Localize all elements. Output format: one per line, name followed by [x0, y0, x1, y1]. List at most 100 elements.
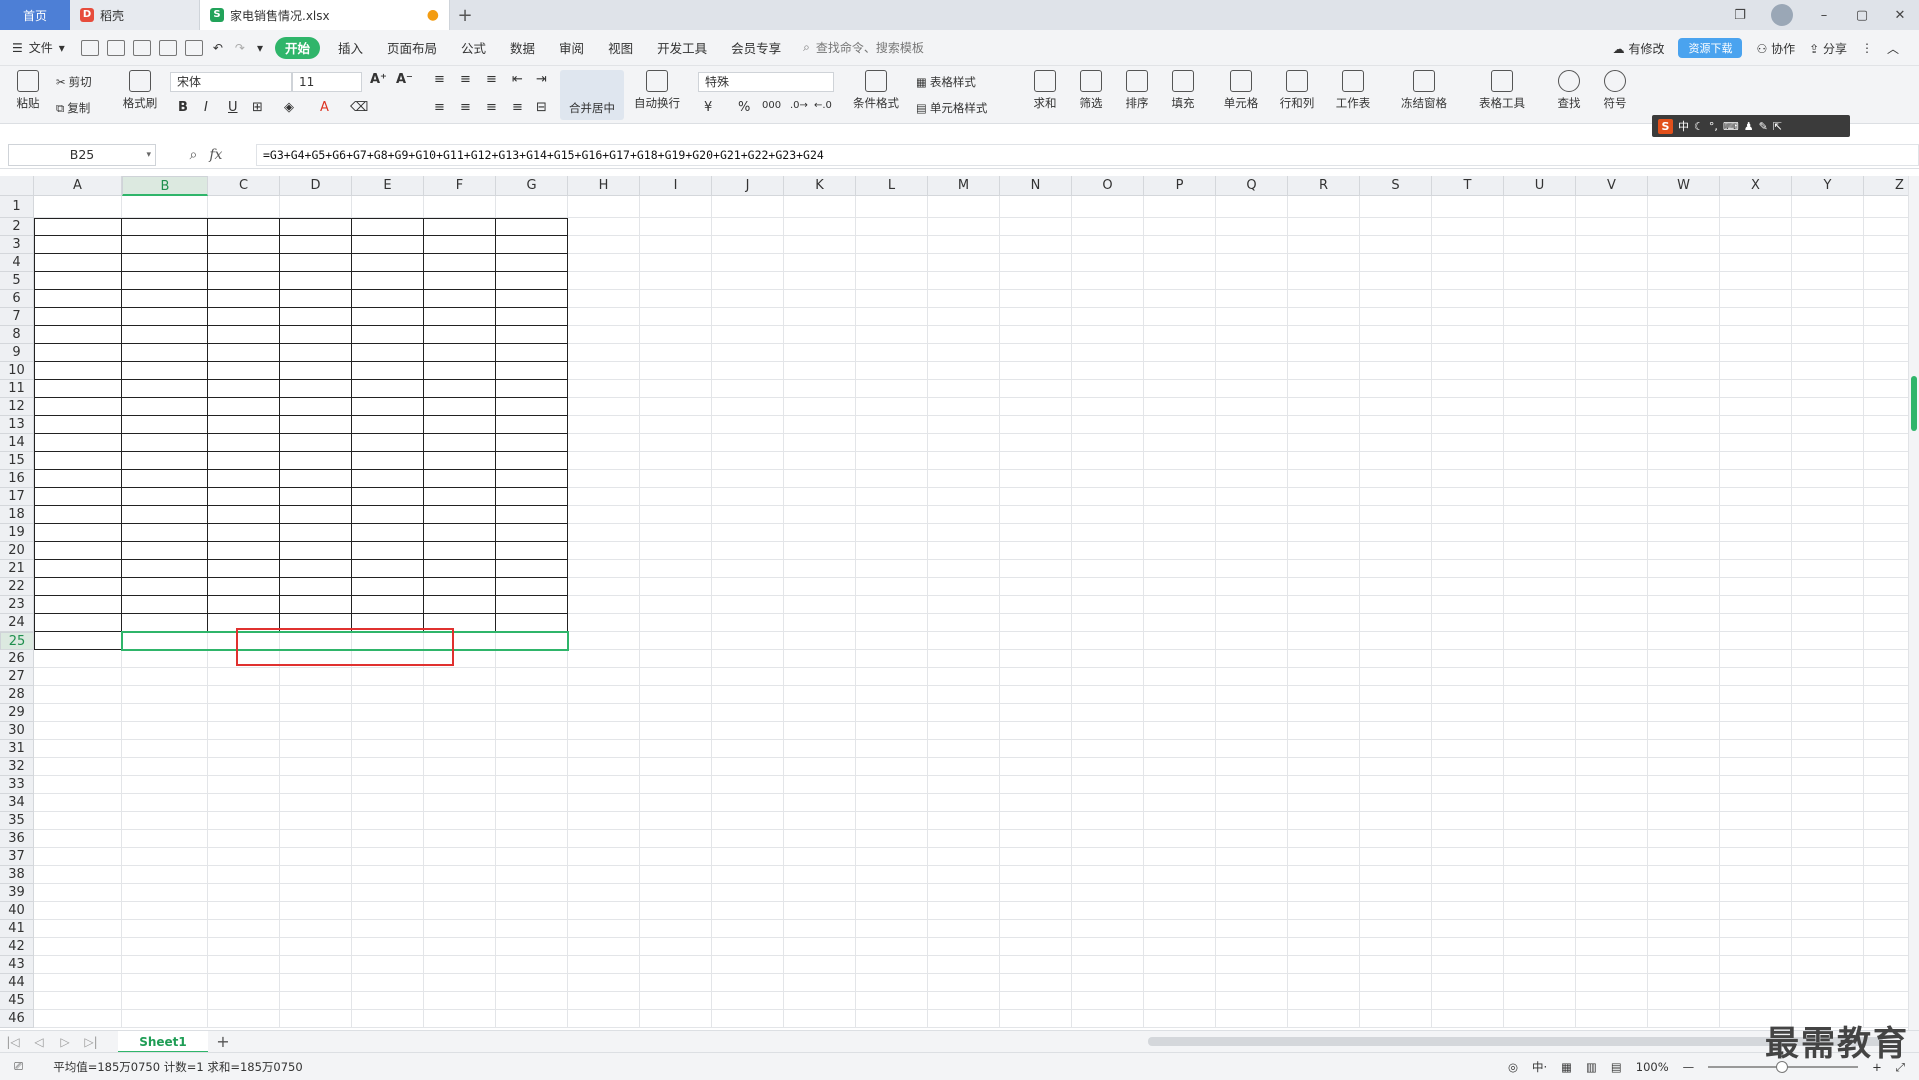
table-cell[interactable]	[280, 236, 352, 254]
table-cell[interactable]	[352, 380, 424, 398]
table-cell[interactable]	[208, 308, 280, 326]
row-header-2[interactable]: 2	[0, 218, 34, 236]
row-header-21[interactable]: 21	[0, 560, 34, 578]
column-header-d[interactable]: D	[280, 176, 352, 196]
normal-view-icon[interactable]: ▦	[1561, 1060, 1572, 1074]
table-cell[interactable]	[424, 236, 496, 254]
table-cell[interactable]	[280, 380, 352, 398]
row-header-1[interactable]: 1	[0, 196, 34, 218]
add-sheet-button[interactable]: +	[208, 1032, 238, 1051]
sum-button[interactable]: 求和	[1022, 70, 1068, 111]
table-cell[interactable]	[424, 506, 496, 524]
table-cell[interactable]	[34, 308, 122, 326]
table-cell[interactable]	[280, 488, 352, 506]
font-color-icon[interactable]: A	[320, 100, 329, 115]
header-cell[interactable]	[208, 218, 280, 236]
table-cell[interactable]	[352, 560, 424, 578]
row-header-19[interactable]: 19	[0, 524, 34, 542]
row-header-32[interactable]: 32	[0, 758, 34, 776]
file-menu[interactable]: ☰ 文件 ▾	[0, 39, 77, 56]
border-icon[interactable]: ⊞	[252, 100, 263, 115]
row-header-40[interactable]: 40	[0, 902, 34, 920]
decrease-font-icon[interactable]: A⁻	[396, 72, 413, 87]
table-cell[interactable]	[280, 326, 352, 344]
table-cell[interactable]	[352, 488, 424, 506]
table-cell[interactable]	[122, 542, 208, 560]
column-header-s[interactable]: S	[1360, 176, 1432, 196]
table-cell[interactable]	[352, 236, 424, 254]
row-header-41[interactable]: 41	[0, 920, 34, 938]
table-style-button[interactable]: ▦ 表格样式	[916, 74, 976, 90]
underline-icon[interactable]: U	[228, 100, 238, 115]
column-header-h[interactable]: H	[568, 176, 640, 196]
menu-formulas[interactable]: 公式	[449, 30, 498, 66]
column-header-n[interactable]: N	[1000, 176, 1072, 196]
column-header-x[interactable]: X	[1720, 176, 1792, 196]
sheet-tab-sheet1[interactable]: Sheet1	[118, 1030, 208, 1053]
table-cell[interactable]	[352, 578, 424, 596]
row-header-37[interactable]: 37	[0, 848, 34, 866]
table-cell[interactable]	[208, 344, 280, 362]
cell-style-button[interactable]: ▤ 单元格样式	[916, 100, 987, 116]
table-cell[interactable]	[208, 416, 280, 434]
page-break-view-icon[interactable]: ▤	[1611, 1060, 1622, 1074]
table-cell[interactable]	[280, 470, 352, 488]
table-cell[interactable]	[424, 578, 496, 596]
row-header-18[interactable]: 18	[0, 506, 34, 524]
table-cell[interactable]	[496, 362, 568, 380]
row-header-22[interactable]: 22	[0, 578, 34, 596]
align-top-icon[interactable]: ≡	[434, 72, 445, 87]
tab-docer[interactable]: D 稻壳	[70, 0, 200, 30]
row-header-16[interactable]: 16	[0, 470, 34, 488]
table-cell[interactable]	[122, 560, 208, 578]
row-header-6[interactable]: 6	[0, 290, 34, 308]
table-cell[interactable]	[424, 452, 496, 470]
input-mode-icon[interactable]: 中·	[1532, 1059, 1547, 1075]
table-cell[interactable]	[280, 254, 352, 272]
table-cell[interactable]	[208, 578, 280, 596]
justify-icon[interactable]: ≡	[512, 100, 523, 115]
table-cell[interactable]	[122, 290, 208, 308]
header-cell[interactable]	[122, 218, 208, 236]
font-size-select[interactable]: 11	[292, 72, 362, 92]
thousands-icon[interactable]: 000	[762, 100, 781, 111]
table-cell[interactable]	[496, 380, 568, 398]
vertical-scroll-thumb[interactable]	[1911, 376, 1917, 431]
table-cell[interactable]	[424, 362, 496, 380]
table-cell[interactable]	[34, 506, 122, 524]
table-cell[interactable]	[208, 398, 280, 416]
table-cell[interactable]	[208, 380, 280, 398]
table-cell[interactable]	[122, 326, 208, 344]
table-cell[interactable]	[208, 290, 280, 308]
table-cell[interactable]	[424, 596, 496, 614]
table-cell[interactable]	[352, 416, 424, 434]
align-bottom-icon[interactable]: ≡	[486, 72, 497, 87]
row-header-15[interactable]: 15	[0, 452, 34, 470]
table-cell[interactable]	[208, 488, 280, 506]
table-cell[interactable]	[352, 434, 424, 452]
table-cell[interactable]	[122, 272, 208, 290]
table-cell[interactable]	[122, 506, 208, 524]
prev-sheet-icon[interactable]: ◁	[26, 1035, 52, 1049]
table-cell[interactable]	[496, 326, 568, 344]
column-header-f[interactable]: F	[424, 176, 496, 196]
table-cell[interactable]	[34, 380, 122, 398]
table-cell[interactable]	[496, 344, 568, 362]
paste-button[interactable]: 粘贴	[4, 70, 52, 111]
table-cell[interactable]	[208, 236, 280, 254]
table-cell[interactable]	[34, 344, 122, 362]
macro-icon[interactable]: ⎚	[14, 1059, 23, 1074]
zoom-slider[interactable]	[1708, 1061, 1859, 1073]
table-cell[interactable]	[496, 434, 568, 452]
table-cell[interactable]	[280, 578, 352, 596]
table-tools-button[interactable]: 表格工具	[1470, 70, 1534, 111]
table-cell[interactable]	[208, 542, 280, 560]
table-cell[interactable]	[34, 272, 122, 290]
menu-developer[interactable]: 开发工具	[645, 30, 719, 66]
redo-icon[interactable]: ↷	[235, 41, 245, 55]
table-cell[interactable]	[280, 290, 352, 308]
row-header-10[interactable]: 10	[0, 362, 34, 380]
table-cell[interactable]	[34, 596, 122, 614]
indent-decrease-icon[interactable]: ⇤	[512, 72, 523, 87]
row-header-4[interactable]: 4	[0, 254, 34, 272]
